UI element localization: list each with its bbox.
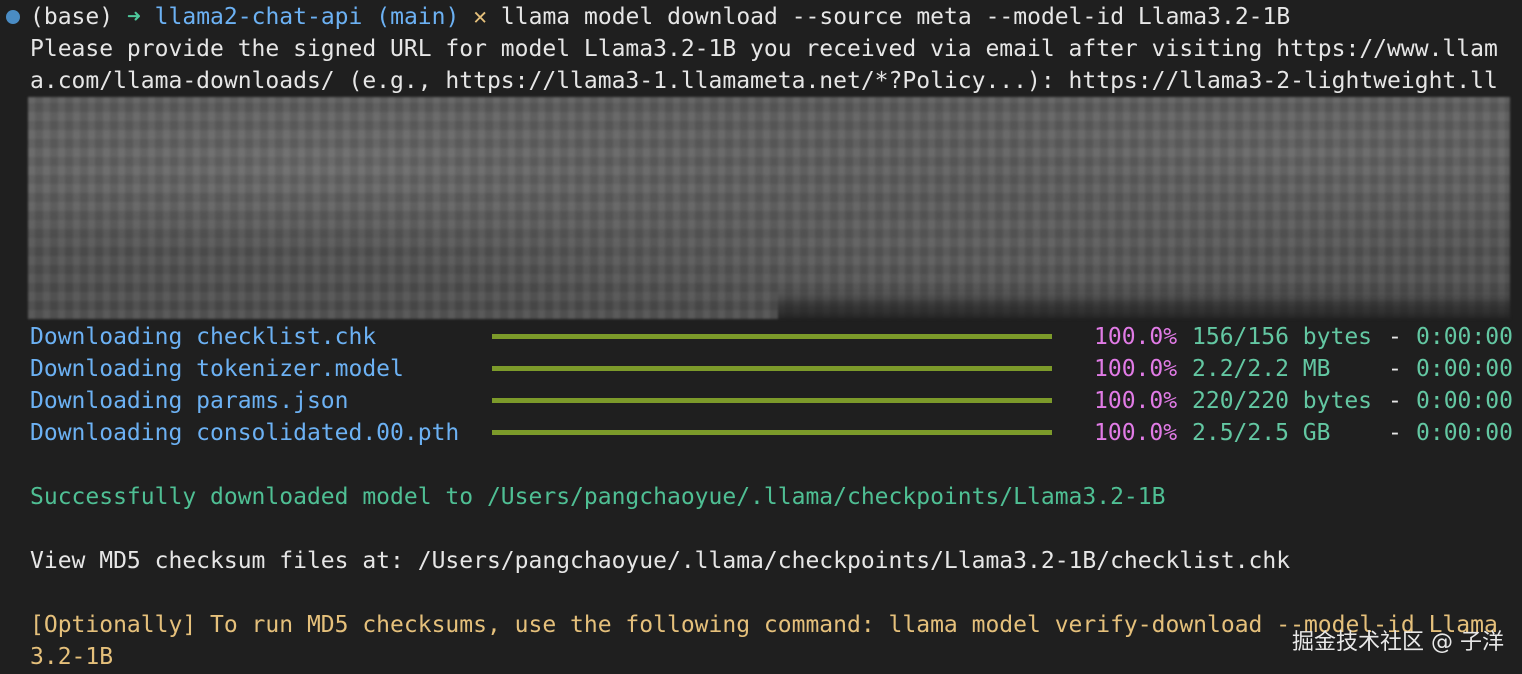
download-percent: 100.0% [1094, 420, 1178, 446]
git-branch: (main) [376, 4, 460, 30]
progress-bar [492, 334, 1052, 339]
download-size: 2.5/2.5 GB [1192, 420, 1331, 446]
download-label: Downloading checklist.chk [30, 324, 377, 350]
prompt-arrow-icon: ➜ [126, 4, 141, 30]
download-separator: - [1388, 356, 1402, 382]
redacted-url-region [28, 97, 1510, 319]
download-size: 156/156 bytes [1192, 324, 1373, 350]
signed-url-request-line-2: a.com/llama-downloads/ (e.g., https://ll… [30, 68, 1498, 94]
signed-url-request-line-1: Please provide the signed URL for model … [30, 36, 1498, 62]
progress-bar [492, 398, 1052, 403]
download-label: Downloading consolidated.00.pth [30, 420, 460, 446]
progress-bar [492, 430, 1052, 435]
watermark: 掘金技术社区 @ 子洋 [1292, 630, 1504, 655]
optional-command-line-1: [Optionally] To run MD5 checksums, use t… [30, 612, 1498, 638]
download-percent: 100.0% [1094, 356, 1178, 382]
terminal-window[interactable]: (base) ➜ llama2-chat-api (main) ✕ llama … [0, 0, 1522, 674]
prompt-status-dot-icon [6, 10, 20, 24]
download-time: 0:00:00 [1416, 420, 1513, 446]
command-text: llama model download --source meta --mod… [500, 4, 1291, 30]
download-size: 220/220 bytes [1192, 388, 1373, 414]
checksum-info: View MD5 checksum files at: /Users/pangc… [30, 548, 1291, 574]
download-label: Downloading tokenizer.model [30, 356, 404, 382]
conda-env: (base) [30, 4, 114, 30]
download-separator: - [1388, 420, 1402, 446]
download-separator: - [1388, 388, 1402, 414]
optional-command-line-2: 3.2-1B [30, 644, 114, 670]
download-label: Downloading params.json [30, 388, 349, 414]
success-message: Successfully downloaded model to /Users/… [30, 484, 1166, 510]
download-time: 0:00:00 [1416, 324, 1513, 350]
download-time: 0:00:00 [1416, 356, 1513, 382]
progress-bar [492, 366, 1052, 371]
download-separator: - [1388, 324, 1402, 350]
download-time: 0:00:00 [1416, 388, 1513, 414]
download-percent: 100.0% [1094, 324, 1178, 350]
prompt-line: (base) ➜ llama2-chat-api (main) ✕ llama … [30, 1, 1290, 33]
git-dirty-icon: ✕ [473, 4, 488, 30]
repo-name: llama2-chat-api [154, 4, 363, 30]
download-size: 2.2/2.2 MB [1192, 356, 1331, 382]
download-percent: 100.0% [1094, 388, 1178, 414]
